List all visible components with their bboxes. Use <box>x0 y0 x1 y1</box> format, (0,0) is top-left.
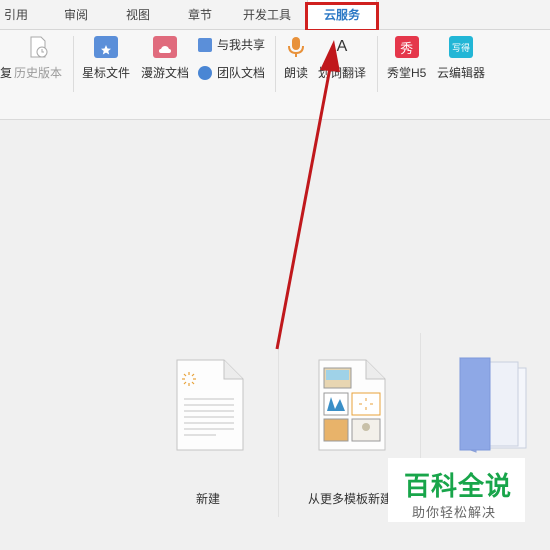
watermark-title: 百科全说 <box>404 471 513 501</box>
arrow-head <box>320 40 340 72</box>
watermark: 百科全说 助你轻松解决 <box>388 458 525 522</box>
watermark-subtitle: 助你轻松解决 <box>412 505 497 520</box>
